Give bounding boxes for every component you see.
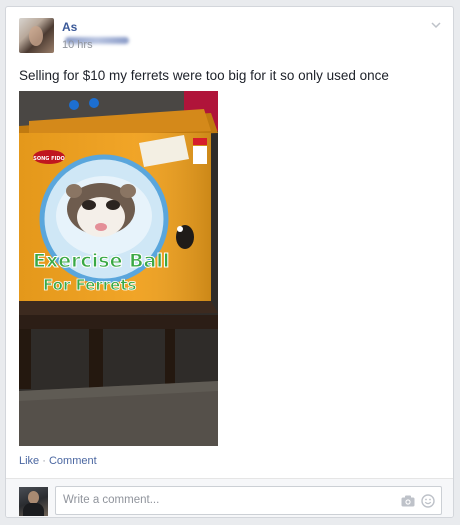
post-photo[interactable]: SONG FIDO Exercise Ball For Ferrets bbox=[19, 91, 218, 446]
smiley-icon[interactable] bbox=[421, 494, 435, 508]
box-title-line2: For Ferrets bbox=[43, 276, 137, 294]
comment-placeholder: Write a comment... bbox=[63, 494, 160, 506]
avatar-face bbox=[29, 26, 43, 46]
like-link[interactable]: Like bbox=[19, 455, 39, 467]
viewer-avatar-body bbox=[23, 503, 44, 516]
camera-icon[interactable] bbox=[401, 495, 415, 507]
author-name-text[interactable]: As bbox=[62, 20, 77, 34]
box-brand-label: SONG FIDO bbox=[33, 156, 65, 162]
chevron-down-icon[interactable] bbox=[430, 19, 442, 31]
author-avatar[interactable] bbox=[19, 18, 54, 53]
post-card: As 10 hrs Selling for $10 my ferrets wer… bbox=[5, 6, 454, 518]
box-title-line1: Exercise Ball bbox=[33, 250, 169, 272]
viewer-avatar[interactable] bbox=[19, 487, 48, 516]
post-timestamp[interactable]: 10 hrs bbox=[62, 39, 93, 51]
comment-section: Write a comment... bbox=[6, 478, 453, 517]
photo-image: SONG FIDO Exercise Ball For Ferrets bbox=[19, 91, 218, 446]
comment-input[interactable]: Write a comment... bbox=[55, 486, 442, 515]
action-separator: · bbox=[39, 455, 49, 467]
comment-link[interactable]: Comment bbox=[49, 455, 97, 467]
post-actions: Like · Comment bbox=[19, 455, 97, 467]
post-message: Selling for $10 my ferrets were too big … bbox=[19, 68, 389, 83]
author-name[interactable]: As bbox=[62, 20, 140, 45]
